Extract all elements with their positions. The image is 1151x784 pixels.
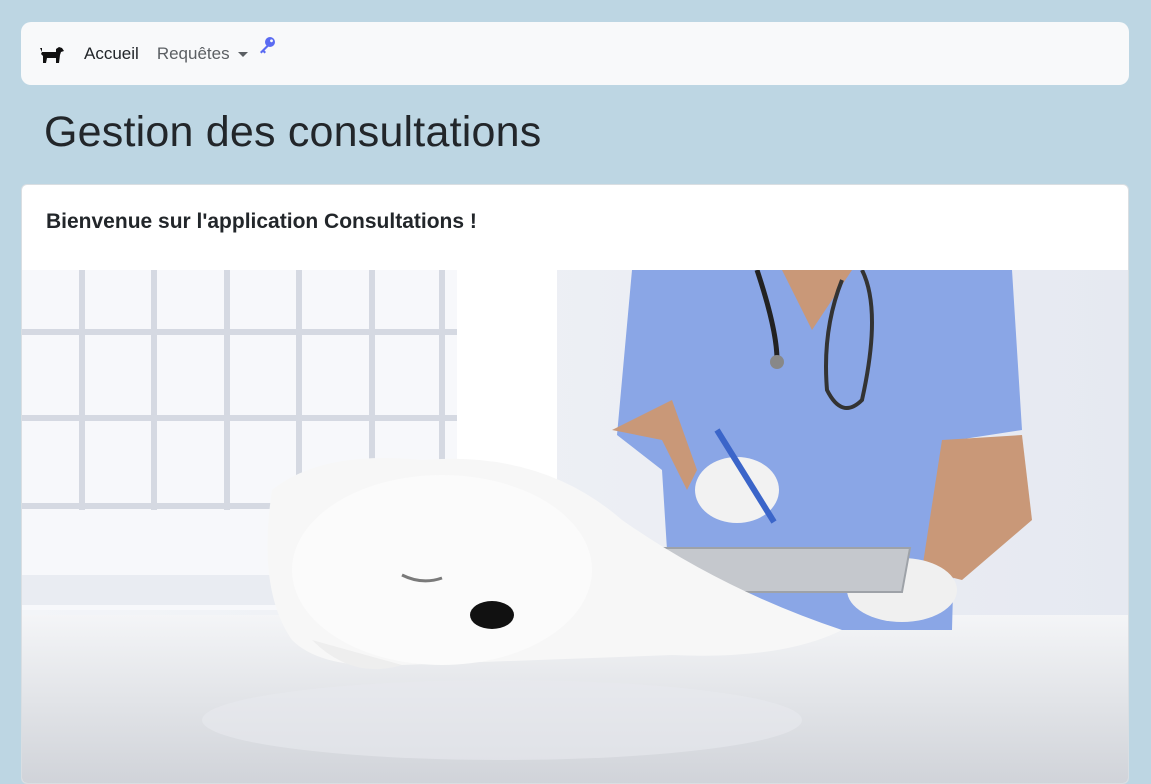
- veterinarian-with-white-dog-image: [22, 269, 1128, 783]
- navbar: Accueil Requêtes: [21, 22, 1129, 85]
- card-title: Bienvenue sur l'application Consultation…: [46, 210, 477, 233]
- caret-down-icon[interactable]: [237, 52, 248, 57]
- nav-requests-label[interactable]: Requêtes: [157, 44, 230, 64]
- dog-icon[interactable]: [38, 40, 66, 68]
- key-icon[interactable]: [257, 36, 277, 56]
- nav-requests-dropdown[interactable]: Requêtes: [157, 44, 248, 64]
- welcome-card: Bienvenue sur l'application Consultation…: [21, 184, 1129, 784]
- nav-home-link[interactable]: Accueil: [84, 44, 139, 64]
- page-title: Gestion des consultations: [44, 108, 542, 156]
